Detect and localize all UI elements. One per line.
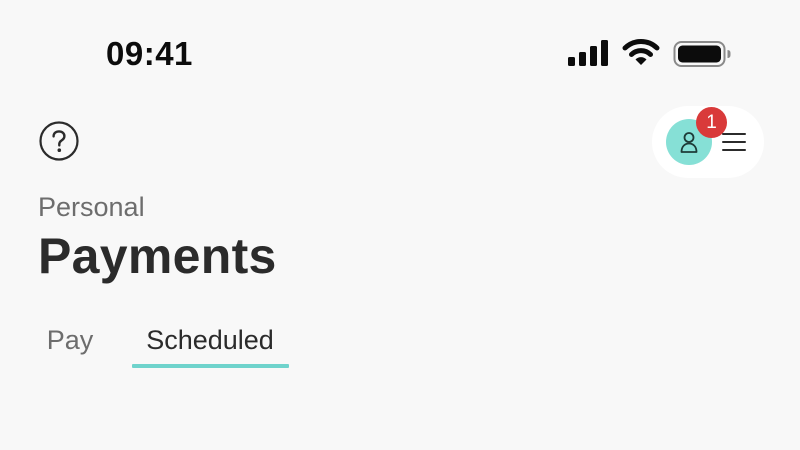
- tab-scheduled[interactable]: Scheduled: [132, 312, 288, 368]
- page-subtitle: Personal: [38, 192, 145, 222]
- payments-screen: 09:41 1 Personal Payments Pay Scheduled: [0, 0, 800, 450]
- payments-tabs: Pay Scheduled: [0, 300, 800, 370]
- active-tab-indicator: [132, 364, 289, 368]
- battery-icon: [673, 41, 731, 67]
- tab-pay[interactable]: Pay: [38, 312, 102, 368]
- wifi-icon: [622, 39, 660, 65]
- menu-button[interactable]: [718, 128, 750, 156]
- help-button[interactable]: [39, 121, 79, 161]
- hamburger-menu-icon: [722, 133, 746, 151]
- page-title: Payments: [38, 228, 277, 284]
- question-circle-icon: [39, 121, 79, 161]
- person-icon: [680, 132, 698, 153]
- cellular-signal-icon: [568, 40, 608, 66]
- status-time: 09:41: [106, 35, 193, 72]
